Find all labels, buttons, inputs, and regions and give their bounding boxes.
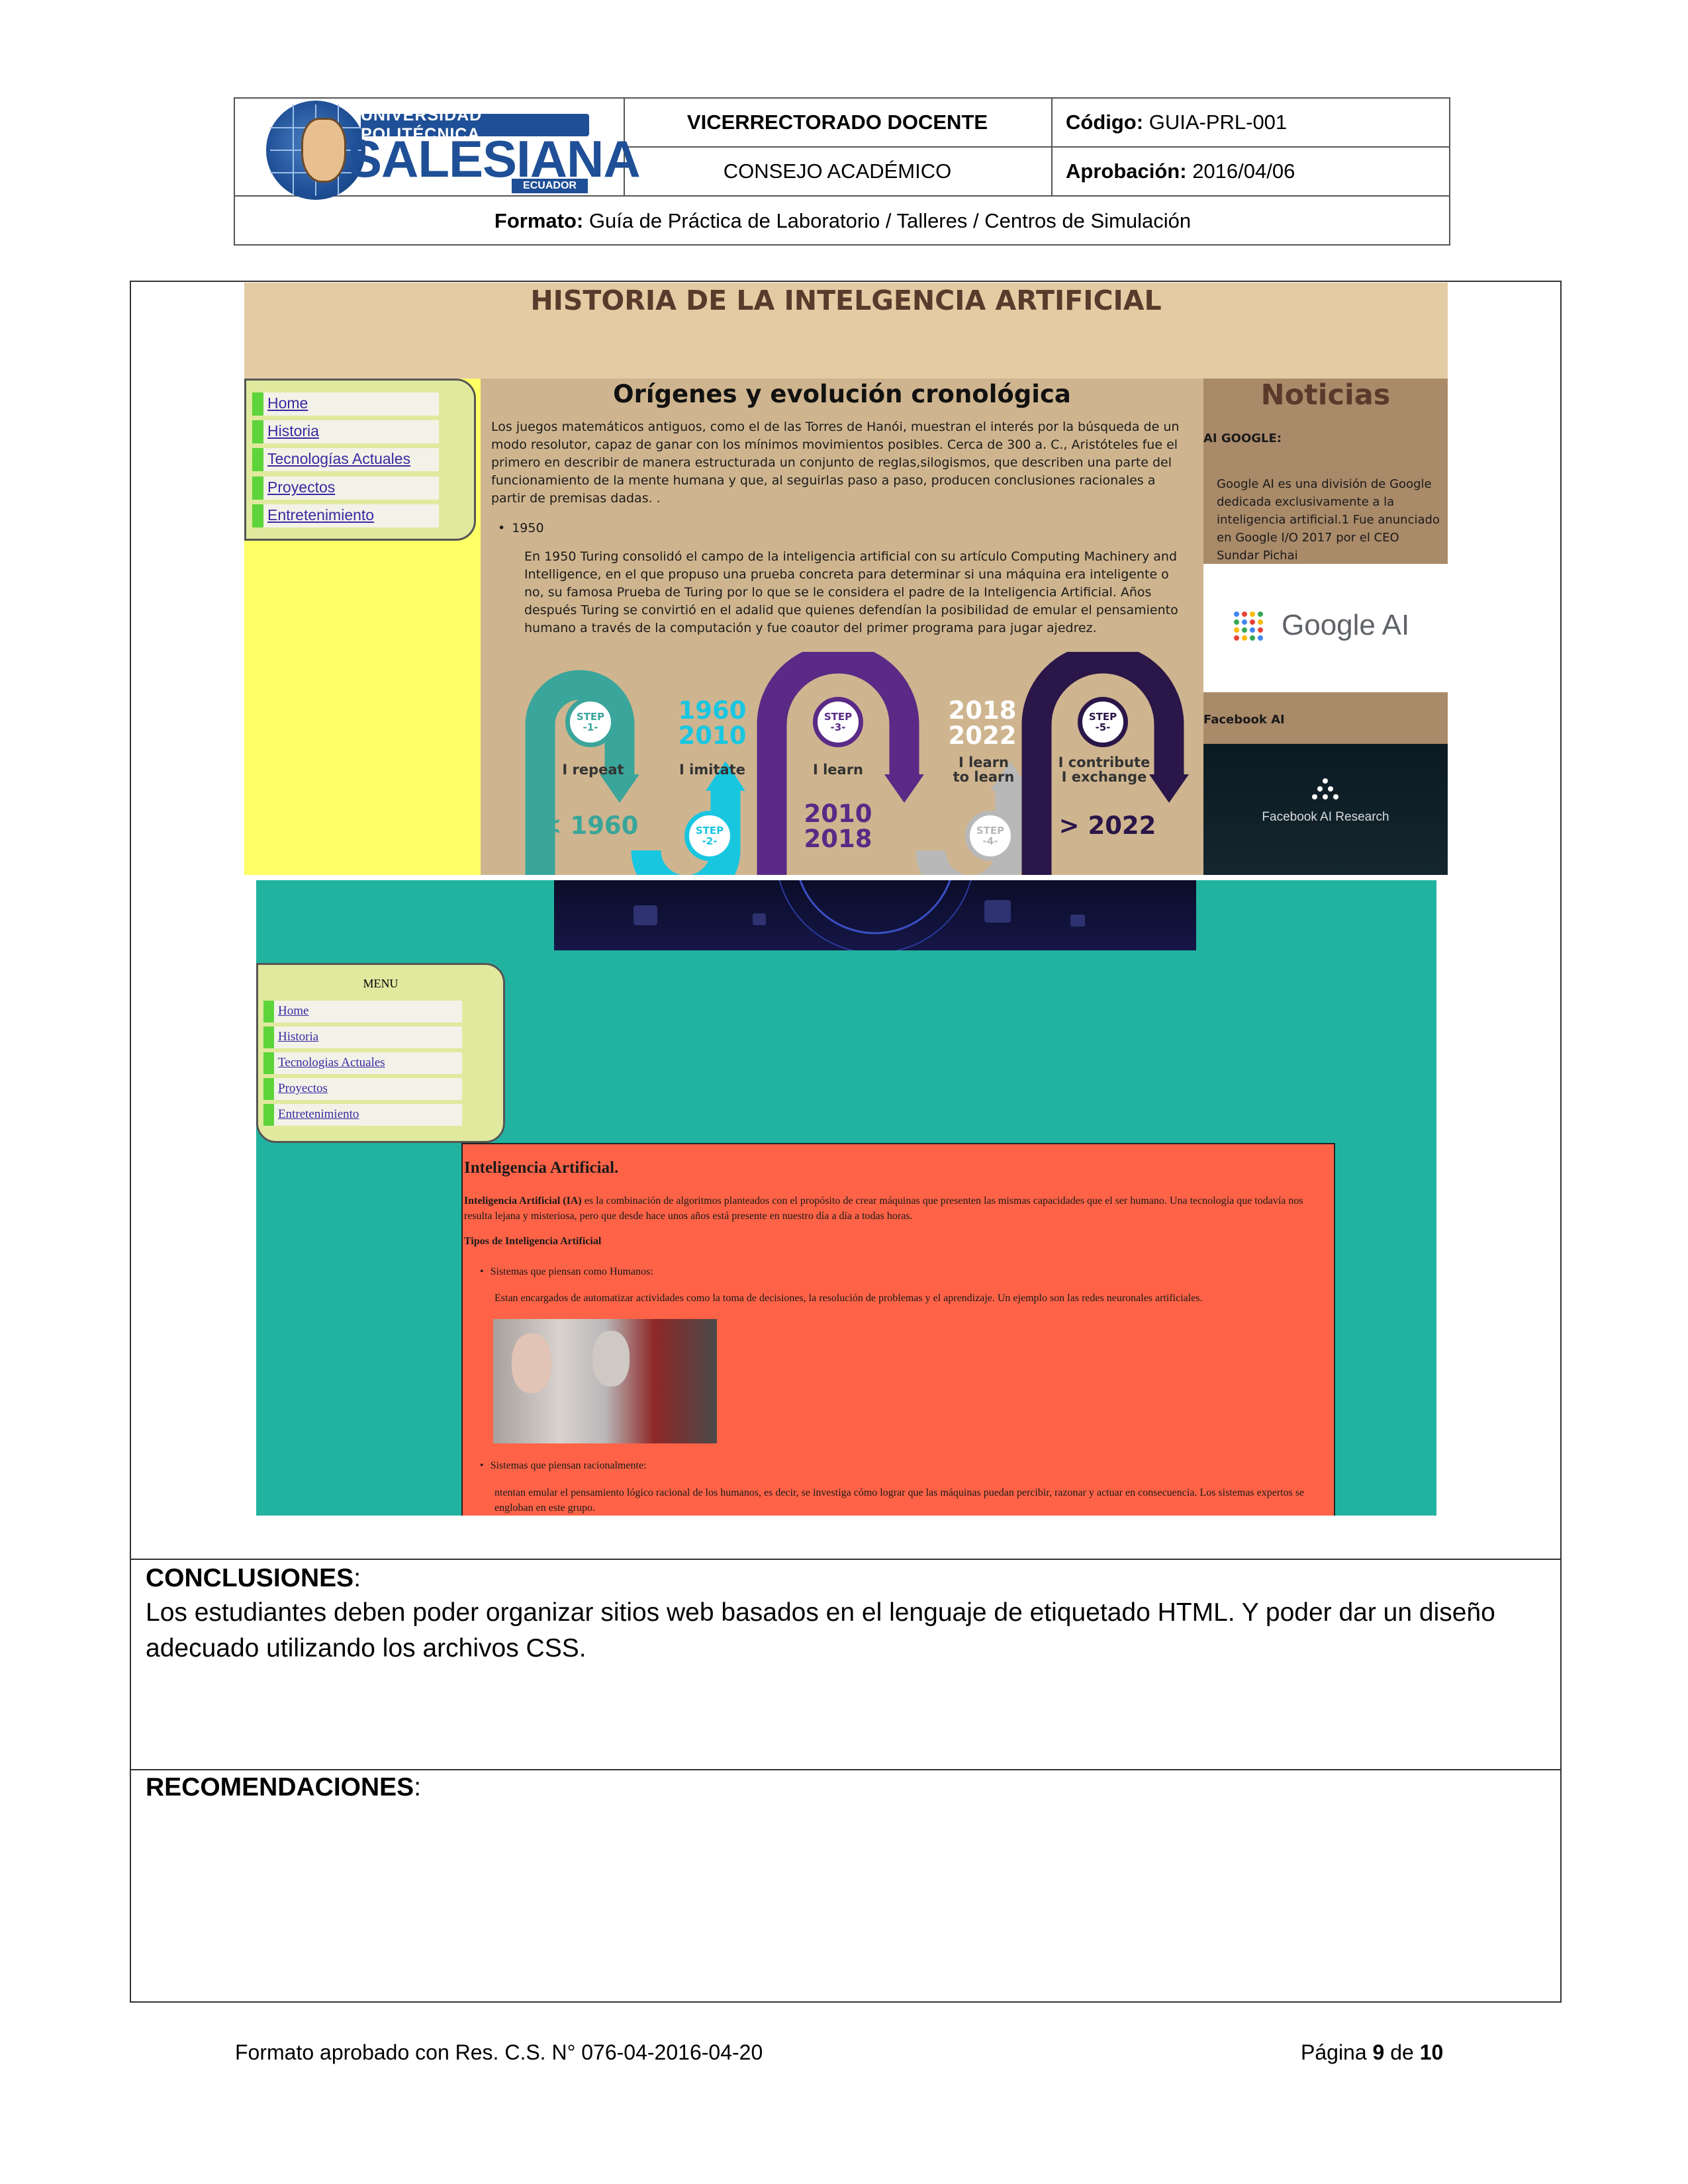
- site1-main-title: Orígenes y evolución cronológica: [613, 380, 1071, 408]
- menu-link-entretenimiento[interactable]: Entretenimiento: [263, 1104, 462, 1126]
- site1-nav-menu: Home Historia Tecnologías Actuales Proye…: [244, 379, 476, 541]
- codigo-value: GUIA-PRL-001: [1149, 111, 1288, 134]
- vicerrectorado-text: VICERRECTORADO DOCENTE: [686, 111, 988, 134]
- nav-link-tecnologias[interactable]: Tecnologías Actuales: [252, 448, 439, 471]
- menu-link-home[interactable]: Home: [263, 1001, 462, 1023]
- article-intro-text: es la combinación de algoritmos plantead…: [464, 1195, 1303, 1222]
- site2-menu: MENU Home Historia Tecnologias Actuales …: [256, 963, 505, 1143]
- formato-cell: Formato: Guía de Práctica de Laboratorio…: [235, 197, 1450, 246]
- site1-title: HISTORIA DE LA INTELGENCIA ARTIFICIAL: [530, 285, 1162, 316]
- frame-divider: [130, 1769, 1562, 1770]
- menu-link-historia[interactable]: Historia: [263, 1026, 462, 1048]
- aprobacion-value: 2016/04/06: [1192, 159, 1295, 183]
- caption-learn: I learn: [812, 762, 864, 778]
- menu-title: MENU: [363, 977, 399, 990]
- step-1-badge: STEP -1-: [565, 697, 616, 747]
- nav-link-proyectos[interactable]: Proyectos: [252, 477, 439, 500]
- article-intro-bold: Inteligencia Artificial (IA): [464, 1195, 582, 1206]
- google-ai-logo-text: Google AI: [1282, 609, 1410, 641]
- google-ai-text: Google AI es una división de Google dedi…: [1217, 477, 1440, 563]
- google-ai-heading: AI GOOGLE:: [1203, 432, 1282, 445]
- page-of: de: [1390, 2040, 1414, 2064]
- year-1960-2010: 1960 2010: [678, 696, 747, 750]
- frame-divider: [130, 1559, 1562, 1560]
- facebook-ai-logo: Facebook AI Research: [1203, 744, 1448, 875]
- article-title: Inteligencia Artificial.: [464, 1159, 619, 1177]
- conclusiones-text: Los estudiantes deben poder organizar si…: [146, 1598, 1495, 1662]
- nav-link-entretenimiento[interactable]: Entretenimiento: [252, 504, 439, 527]
- conclusiones-heading: CONCLUSIONES:: [146, 1564, 361, 1592]
- site1-paragraph-2: En 1950 Turing consolidó el campo de la …: [524, 549, 1178, 635]
- page-label: Página: [1301, 2040, 1367, 2064]
- padlock-circuit-icon: [633, 880, 1085, 950]
- type2-label: Sistemas que piensan racionalmente:: [490, 1460, 647, 1471]
- caption-imitate: I imitate: [679, 762, 745, 778]
- step-2-badge: STEP -2-: [684, 811, 735, 861]
- aprobacion-cell: Aprobación: 2016/04/06: [1051, 148, 1463, 195]
- page-total: 10: [1419, 2040, 1444, 2064]
- types-title: Tipos de Inteligencia Artificial: [464, 1236, 602, 1247]
- nav-link-home[interactable]: Home: [252, 392, 439, 416]
- step-3-badge: STEP -3-: [813, 697, 863, 747]
- codigo-cell: Código: GUIA-PRL-001: [1051, 99, 1463, 146]
- year-2010-2018: 2010 2018: [804, 799, 872, 853]
- logo-country-text: ECUADOR: [512, 179, 588, 193]
- nav-link-historia[interactable]: Historia: [252, 420, 439, 443]
- facebook-ai-logo-text: Facebook AI Research: [1262, 810, 1389, 824]
- type1-text: Estan encargados de automatizar activida…: [494, 1293, 1203, 1304]
- founder-portrait-icon: [301, 118, 346, 183]
- type1-label: Sistemas que piensan como Humanos:: [490, 1266, 653, 1277]
- codigo-label: Código:: [1066, 111, 1144, 134]
- mask-shape: [512, 1334, 551, 1393]
- facebook-ai-heading: Facebook AI: [1203, 713, 1285, 727]
- aprobacion-label: Aprobación:: [1066, 159, 1187, 183]
- recomendaciones-heading: RECOMENDACIONES:: [146, 1773, 422, 1801]
- caption-repeat: I repeat: [562, 762, 624, 778]
- formato-label: Formato:: [494, 209, 584, 232]
- facebook-ai-triangle-icon: [1312, 778, 1338, 799]
- year-2018-2022: 2018 2022: [948, 696, 1017, 750]
- site1-bullet: • 1950: [498, 521, 544, 535]
- footer-format-note: Formato aprobado con Res. C.S. N° 076-04…: [235, 2040, 763, 2064]
- type2-text: ntentan emular el pensamiento lógico rac…: [494, 1487, 1305, 1514]
- article-intro: Inteligencia Artificial (IA) es la combi…: [464, 1193, 1331, 1224]
- menu-link-proyectos[interactable]: Proyectos: [263, 1078, 462, 1100]
- year-after-2022: > 2022: [1058, 811, 1156, 840]
- step-4-badge: STEP -4-: [965, 811, 1015, 861]
- type1-item: • Sistemas que piensan como Humanos:: [480, 1266, 653, 1277]
- type2-item: • Sistemas que piensan racionalmente:: [480, 1460, 647, 1471]
- page-current: 9: [1372, 2040, 1385, 2064]
- vicerrectorado-cell: VICERRECTORADO DOCENTE: [624, 99, 1051, 146]
- recomendaciones-title: RECOMENDACIONES: [146, 1773, 414, 1801]
- footer-page-number: Página 9 de 10: [1301, 2040, 1443, 2064]
- site1-paragraph-1: Los juegos matemáticos antiguos, como el…: [491, 420, 1180, 506]
- conclusiones-title: CONCLUSIONES: [146, 1564, 354, 1592]
- google-ai-dots-icon: [1234, 612, 1263, 641]
- logo-main-text: SALESIANA: [348, 130, 641, 188]
- google-ai-logo: Google AI: [1203, 564, 1448, 692]
- menu-link-tecnologias[interactable]: Tecnologias Actuales: [263, 1052, 462, 1074]
- timeline-infographic: STEP -1- STEP -2- STEP -3- STEP -4- STEP -5- …: [481, 652, 1203, 875]
- step-5-badge: STEP -5-: [1078, 697, 1128, 747]
- robot-head-shape: [592, 1331, 630, 1387]
- caption-contribute: I contribute I exchange: [1058, 754, 1150, 785]
- site1-bullet-year: 1950: [512, 521, 544, 535]
- year-before-1960: < 1960: [541, 811, 639, 840]
- site2-header-image: [554, 880, 1196, 950]
- consejo-text: CONSEJO ACADÉMICO: [723, 159, 952, 183]
- caption-learn-to-learn: I learn to learn: [953, 754, 1015, 785]
- consejo-cell: CONSEJO ACADÉMICO: [624, 148, 1051, 195]
- robot-masks-image: [493, 1319, 717, 1443]
- news-title: Noticias: [1260, 379, 1391, 412]
- formato-value: Guía de Práctica de Laboratorio / Taller…: [588, 209, 1192, 232]
